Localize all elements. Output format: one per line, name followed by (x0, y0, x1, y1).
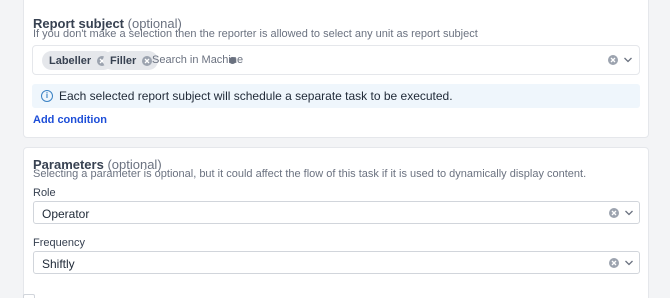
role-select[interactable]: Operator (33, 201, 640, 224)
role-label: Role (33, 187, 56, 199)
chevron-down-icon[interactable] (624, 259, 634, 267)
checkbox[interactable] (23, 294, 35, 298)
chevron-down-icon[interactable] (623, 56, 633, 64)
info-text: Each selected report subject will schedu… (59, 89, 453, 103)
help-icon (229, 57, 236, 64)
report-subject-card: Report subject (optional) If you don't m… (23, 0, 649, 138)
add-condition-link[interactable]: Add condition (33, 114, 107, 126)
report-subject-multiselect[interactable]: Labeller Filler (32, 45, 640, 75)
frequency-value: Shiftly (42, 257, 75, 271)
clear-all-icon[interactable] (608, 55, 618, 65)
tag-label: Labeller (49, 54, 92, 67)
report-subject-description: If you don't make a selection then the r… (33, 28, 478, 40)
clear-role-icon[interactable] (609, 208, 619, 218)
tag-filler: Filler (103, 51, 159, 70)
chevron-down-icon[interactable] (624, 209, 634, 217)
frequency-label: Frequency (33, 237, 85, 249)
info-banner: i Each selected report subject will sche… (32, 84, 640, 108)
search-input[interactable] (152, 53, 292, 67)
frequency-select[interactable]: Shiftly (33, 251, 640, 274)
parameters-description: Selecting a parameter is optional, but i… (33, 168, 587, 180)
tag-label: Filler (110, 54, 137, 67)
role-value: Operator (42, 207, 90, 221)
info-icon: i (41, 90, 53, 102)
parameters-card: Parameters (optional) Selecting a parame… (23, 147, 649, 298)
remove-tag-icon[interactable] (142, 55, 153, 66)
clear-frequency-icon[interactable] (609, 258, 619, 268)
